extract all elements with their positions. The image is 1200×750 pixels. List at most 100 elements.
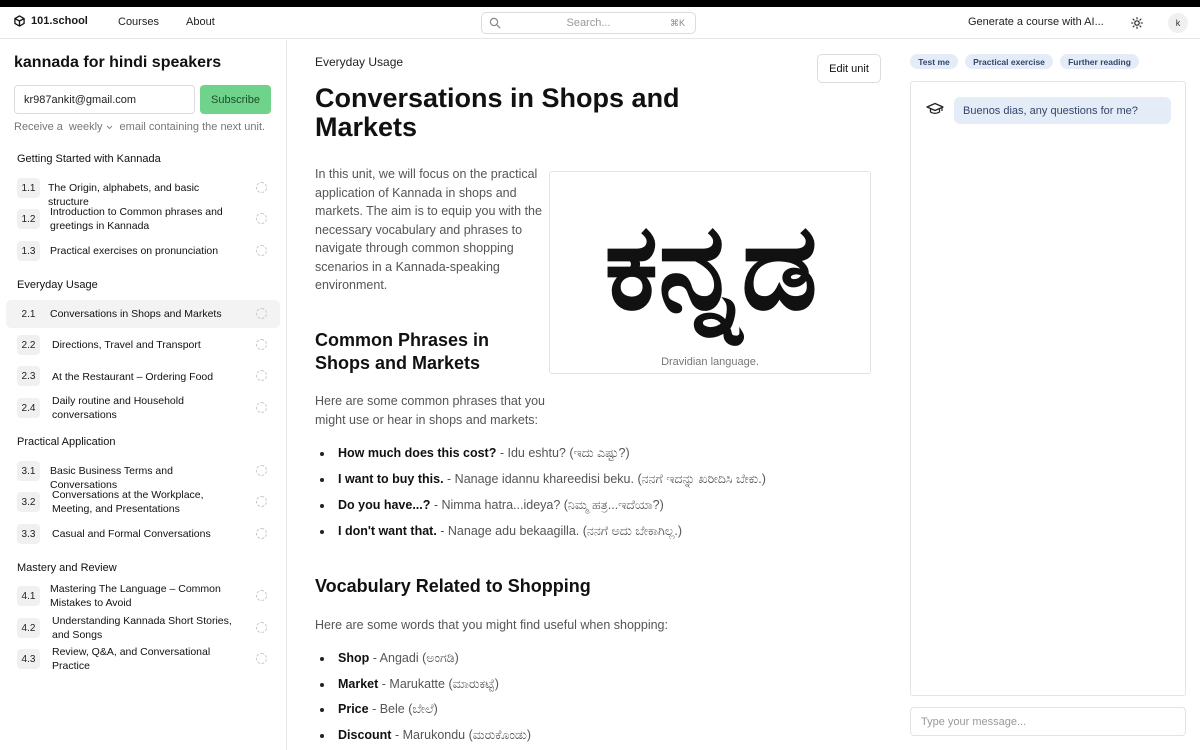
chip-further-reading[interactable]: Further reading (1060, 54, 1139, 69)
vocab-english: Market (338, 677, 379, 691)
frequency-select[interactable]: weekly (69, 121, 114, 133)
search-placeholder: Search... (566, 17, 611, 29)
sidebar-item-2-2[interactable]: 2.2 Directions, Travel and Transport (6, 331, 280, 359)
progress-circle-icon (256, 465, 267, 476)
lesson-number: 1.1 (17, 178, 40, 198)
progress-circle-icon (256, 528, 267, 539)
chip-test-me[interactable]: Test me (910, 54, 958, 69)
breadcrumb[interactable]: Everyday Usage (315, 55, 403, 69)
list-item: Price - Bele (ಬೇಲೆ) (320, 702, 438, 717)
search-shortcut: ⌘K (669, 18, 685, 28)
sidebar-item-2-1[interactable]: 2.1 Conversations in Shops and Markets (6, 300, 280, 328)
list-item: Discount - Marukondu (ಮರುಕೊಂಡು) (320, 728, 531, 743)
receive-suffix: email containing the next unit. (119, 121, 266, 133)
phrases-intro: Here are some common phrases that you mi… (315, 394, 545, 427)
progress-circle-icon (256, 245, 267, 256)
lesson-number: 4.2 (17, 618, 40, 638)
phrase-english: I want to buy this. (338, 472, 444, 486)
lesson-number: 2.1 (21, 308, 36, 320)
generate-course-link[interactable]: Generate a course with AI... (968, 16, 1104, 28)
email-field[interactable]: kr987ankit@gmail.com (14, 85, 195, 114)
logo-text: 101.school (31, 15, 88, 27)
figure-caption: Dravidian language. (661, 356, 759, 368)
message-input[interactable]: Type your message... (910, 707, 1186, 736)
list-item: I don't want that. - Nanage adu bekaagil… (320, 524, 682, 539)
sidebar-item-1-1[interactable]: 1.1 The Origin, alphabets, and basic str… (6, 174, 280, 208)
sidebar-item-1-2[interactable]: 1.2 Introduction to Common phrases and g… (6, 205, 280, 233)
phrase-english: I don't want that. (338, 524, 437, 538)
progress-circle-icon (256, 653, 267, 664)
phrase-kannada: - Nimma hatra...ideya? (ನಿಮ್ಮ ಹತ್ರ...ಇದೆ… (430, 498, 664, 512)
nav-courses[interactable]: Courses (118, 16, 159, 28)
window-top-strip (0, 0, 1200, 7)
section-title-everyday-usage: Everyday Usage (17, 279, 98, 291)
list-item: Do you have...? - Nimma hatra...ideya? (… (320, 498, 664, 513)
lesson-title: At the Restaurant – Ordering Food (52, 371, 214, 383)
intro-paragraph: In this unit, we will focus on the pract… (315, 167, 542, 292)
sidebar-item-2-3[interactable]: 2.3 At the Restaurant – Ordering Food (6, 362, 280, 390)
kannada-script-image: ಕನ್ನಡ (604, 198, 817, 346)
lesson-number: 2.3 (17, 366, 40, 386)
course-sidebar: kannada for hindi speakers kr987ankit@gm… (0, 40, 287, 750)
progress-circle-icon (256, 590, 267, 601)
lesson-number: 3.1 (17, 461, 40, 481)
progress-circle-icon (256, 339, 267, 350)
sidebar-item-4-1[interactable]: 4.1 Mastering The Language – Common Mist… (6, 582, 280, 610)
receive-frequency-row: Receive a weekly email containing the ne… (14, 121, 265, 133)
lesson-title: Mastering The Language – Common Mistakes… (50, 583, 221, 609)
phrase-kannada: - Nanage idannu khareedisi beku. (ನನಗೆ ಇ… (443, 472, 766, 486)
progress-circle-icon (256, 496, 267, 507)
kannada-figure: ಕನ್ನಡ Dravidian language. (549, 171, 871, 374)
vocab-kannada: - Marukondu (ಮರುಕೊಂಡು) (391, 728, 531, 742)
vocab-kannada: - Marukatte (ಮಾರುಕಟ್ಟೆ) (378, 677, 499, 691)
phrases-heading: Common Phrases in Shops and Markets (315, 330, 490, 373)
lesson-number: 3.3 (17, 524, 40, 544)
receive-prefix: Receive a (14, 121, 63, 133)
sun-icon[interactable] (1130, 16, 1144, 30)
figure-script-text: ಕನ್ನಡ (604, 198, 817, 346)
lesson-title: Daily routine and Household conversation… (52, 395, 184, 421)
lesson-title: Casual and Formal Conversations (52, 528, 211, 540)
progress-circle-icon (256, 308, 267, 319)
top-header: 101.school Courses About Search... ⌘K Ge… (0, 7, 1200, 39)
nav-about[interactable]: About (186, 16, 215, 28)
list-item: I want to buy this. - Nanage idannu khar… (320, 472, 766, 487)
lesson-title: Practical exercises on pronunciation (50, 245, 219, 257)
sidebar-item-1-3[interactable]: 1.3 Practical exercises on pronunciation (6, 237, 280, 265)
cube-icon (14, 15, 25, 27)
edit-unit-button[interactable]: Edit unit (817, 54, 881, 83)
lesson-number: 4.3 (17, 649, 40, 669)
sidebar-item-4-2[interactable]: 4.2 Understanding Kannada Short Stories,… (6, 614, 280, 642)
sidebar-item-3-1[interactable]: 3.1 Basic Business Terms and Conversatio… (6, 457, 280, 491)
assistant-message: Buenos dias, any questions for me? (954, 97, 1171, 124)
section-title-practical-application: Practical Application (17, 436, 116, 448)
lesson-number: 4.1 (17, 586, 40, 606)
chat-history[interactable]: Buenos dias, any questions for me? (910, 81, 1186, 696)
lesson-number: 2.2 (17, 335, 40, 355)
phrase-english: Do you have...? (338, 498, 431, 512)
subscribe-button[interactable]: Subscribe (200, 85, 271, 114)
lesson-title: Understanding Kannada Short Stories, and… (52, 615, 232, 641)
site-logo[interactable]: 101.school (14, 15, 88, 27)
vocab-english: Price (338, 702, 369, 716)
lesson-title: Introduction to Common phrases and greet… (50, 206, 223, 232)
progress-circle-icon (256, 370, 267, 381)
lesson-number: 1.2 (17, 209, 40, 229)
sidebar-item-4-3[interactable]: 4.3 Review, Q&A, and Conversational Prac… (6, 645, 280, 673)
sidebar-item-3-2[interactable]: 3.2 Conversations at the Workplace, Meet… (6, 488, 280, 516)
search-input[interactable]: Search... ⌘K (481, 12, 696, 34)
list-item: Market - Marukatte (ಮಾರುಕಟ್ಟೆ) (320, 677, 499, 692)
progress-circle-icon (256, 182, 267, 193)
chevron-down-icon (106, 125, 112, 129)
sidebar-item-3-3[interactable]: 3.3 Casual and Formal Conversations (6, 520, 280, 548)
vocab-heading: Vocabulary Related to Shopping (315, 576, 591, 596)
assistant-panel: Test me Practical exercise Further readi… (896, 40, 1200, 750)
sidebar-item-2-4[interactable]: 2.4 Daily routine and Household conversa… (6, 394, 280, 422)
chip-practical-exercise[interactable]: Practical exercise (965, 54, 1053, 69)
progress-circle-icon (256, 213, 267, 224)
vocab-english: Shop (338, 651, 370, 665)
user-avatar[interactable]: k (1168, 13, 1188, 33)
course-title: kannada for hindi speakers (14, 54, 222, 71)
lesson-title: Conversations at the Workplace, Meeting,… (52, 489, 204, 515)
progress-circle-icon (256, 622, 267, 633)
